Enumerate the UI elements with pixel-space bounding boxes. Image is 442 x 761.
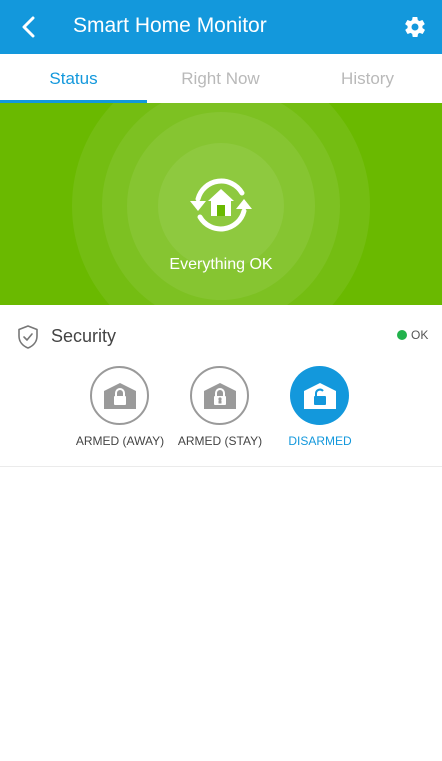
section-divider [0,466,442,467]
mode-armed-away-circle[interactable] [90,366,149,425]
chevron-left-icon [22,16,35,38]
mode-armed-away[interactable]: ARMED (AWAY) [70,366,170,456]
tab-status[interactable]: Status [0,54,147,103]
mode-armed-stay-circle[interactable] [190,366,249,425]
lock-closed-icon [103,382,136,409]
mode-disarmed[interactable]: DISARMED [270,366,370,456]
lock-person-icon [203,382,236,409]
back-button[interactable] [12,11,46,43]
security-status-label: OK [411,328,429,342]
security-title: Security [51,326,117,346]
overall-status-text: Everything OK [169,256,273,273]
shield-check-icon [18,325,38,349]
settings-button[interactable] [398,10,432,44]
mode-label: DISARMED [288,434,352,448]
security-section-header[interactable]: Security OK [0,305,442,365]
tab-history[interactable]: History [294,54,441,103]
home-sync-icon [190,178,252,232]
app-bar: Smart Home Monitor [0,0,442,54]
status-dot [397,330,407,340]
mode-disarmed-circle[interactable] [290,366,349,425]
lock-open-icon [303,382,336,409]
mode-label: ARMED (STAY) [177,434,263,448]
gear-icon [405,16,425,38]
app-title: Smart Home Monitor [73,14,267,37]
mode-armed-stay[interactable]: ARMED (STAY) [170,366,270,456]
mode-label: ARMED (AWAY) [75,434,165,448]
status-hero: Everything OK [0,103,442,305]
tab-bar: Status Right Now History [0,54,442,103]
tab-right-now[interactable]: Right Now [147,54,294,103]
